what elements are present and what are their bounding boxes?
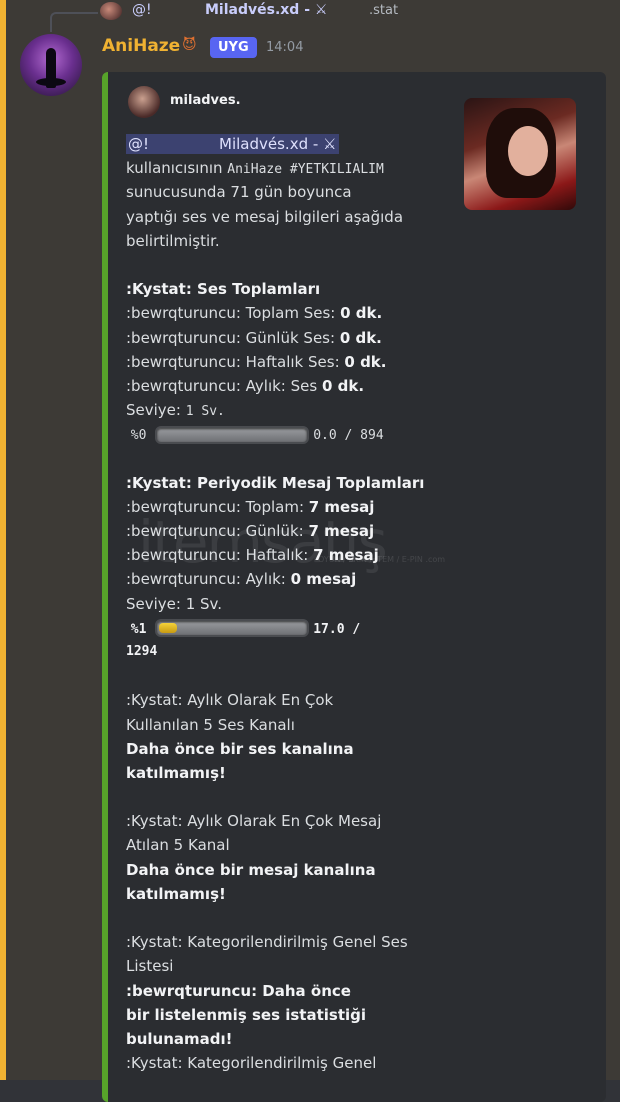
voice-section-title: :Kystat: Ses Toplamları bbox=[126, 280, 321, 299]
msg-progress-fill bbox=[159, 623, 178, 634]
message-timestamp[interactable]: 14:04 bbox=[266, 40, 303, 55]
voice-daily-row: :bewrqturuncu: Günlük Ses: 0 dk. bbox=[126, 326, 456, 350]
msg-progress-bar bbox=[155, 619, 310, 638]
row-value: 0 dk. bbox=[321, 376, 365, 395]
category-text-title: :Kystat: Kategorilendirilmiş Genel bbox=[126, 1054, 377, 1073]
level-value: 1 Sv. bbox=[185, 404, 225, 420]
reply-reference[interactable]: @! Miladvés.xd - ⚔ .stat bbox=[50, 0, 610, 32]
voice-monthly-row: :bewrqturuncu: Aylık: Ses 0 dk. bbox=[126, 374, 456, 398]
embed-description: @! Miladvés.xd - ⚔ kullanıcısının AniHaze… bbox=[126, 132, 456, 1075]
stats-embed: miladves. @! Miladvés.xd - ⚔ kullanıcısın… bbox=[102, 72, 606, 1102]
message-section-title: :Kystat: Periyodik Mesaj Toplamları bbox=[126, 473, 425, 492]
reply-content[interactable]: .stat bbox=[369, 3, 398, 18]
top-voice-empty: Daha önce bir ses kanalına bbox=[126, 739, 354, 758]
user-mention[interactable]: @! Miladvés.xd - ⚔ bbox=[126, 134, 339, 154]
msg-progress-row: %1 17.0 / bbox=[126, 616, 456, 640]
user-mention-line: @! Miladvés.xd - ⚔ bbox=[126, 132, 456, 156]
voice-progress-bar bbox=[155, 425, 310, 444]
embed-thumbnail[interactable] bbox=[464, 98, 576, 210]
mention-name: Miladvés.xd - ⚔ bbox=[219, 135, 337, 153]
row-prefix: :bewrqturuncu: bbox=[126, 376, 241, 395]
server-code: AniHaze #YETKILIALIM bbox=[227, 162, 384, 178]
intro-line: kullanıcısının AniHaze #YETKILIALIM bbox=[126, 156, 456, 180]
avatar[interactable] bbox=[20, 34, 82, 96]
level-label: Seviye: bbox=[126, 401, 186, 420]
intro-text: kullanıcısının bbox=[126, 159, 228, 178]
row-value: 0 dk. bbox=[339, 328, 382, 347]
server-tag-badge[interactable]: UYG bbox=[210, 37, 257, 58]
row-value: 0 dk. bbox=[344, 352, 387, 371]
msg-progress-text-2: 1294 bbox=[126, 643, 158, 659]
row-value: 0 dk. bbox=[340, 304, 383, 323]
top-text-empty: Daha önce bir mesaj kanalına bbox=[126, 860, 376, 879]
voice-progress-text: 0.0 / 894 bbox=[313, 428, 384, 444]
watermark-subtext: OYUN / SKIN / ITEM / E-PIN .com bbox=[318, 555, 446, 564]
top-text-empty-2: katılmamış! bbox=[126, 884, 226, 903]
msg-level-row: Seviye: 1 Sv. bbox=[126, 594, 223, 613]
intro-text-3: yaptığı ses ve mesaj bilgileri aşağıda bbox=[126, 207, 404, 226]
intro-text-4: belirtilmiştir. bbox=[126, 231, 220, 250]
top-text-title: :Kystat: Aylık Olarak En Çok Mesaj bbox=[126, 812, 382, 831]
row-prefix: :bewrqturuncu: bbox=[126, 328, 241, 347]
msg-progress-text: 17.0 / bbox=[313, 621, 361, 637]
reply-avatar[interactable] bbox=[100, 2, 122, 20]
voice-percent: %0 bbox=[130, 428, 147, 444]
avatar-figure-base bbox=[36, 78, 66, 86]
reply-spine bbox=[50, 12, 98, 32]
row-label: Günlük Ses: bbox=[245, 328, 340, 347]
row-label: Haftalık Ses: bbox=[245, 352, 345, 371]
row-prefix: :bewrqturuncu: bbox=[126, 304, 241, 323]
mention-prefix: @! bbox=[128, 135, 150, 153]
category-voice-title: :Kystat: Kategorilendirilmiş Genel Ses bbox=[126, 933, 408, 952]
embed-author-name[interactable]: miladves. bbox=[170, 93, 241, 108]
top-voice-title-2: Kullanılan 5 Ses Kanalı bbox=[126, 715, 295, 734]
top-text-title-2: Atılan 5 Kanal bbox=[126, 836, 230, 855]
message-username[interactable]: AniHaze bbox=[102, 36, 180, 56]
row-label: Toplam Ses: bbox=[245, 304, 341, 323]
thumbnail-face bbox=[508, 126, 548, 176]
voice-progress-row: %0 0.0 / 894 bbox=[126, 422, 456, 446]
watermark: itemsatış bbox=[138, 508, 388, 576]
embed-author-avatar[interactable] bbox=[128, 86, 160, 118]
category-voice-empty: :bewrqturuncu: Daha önce bbox=[126, 981, 351, 1000]
msg-percent: %1 bbox=[130, 621, 147, 637]
intro-text-2: sunucusunda 71 gün boyunca bbox=[126, 183, 352, 202]
top-voice-empty-2: katılmamış! bbox=[126, 763, 226, 782]
category-voice-title-2: Listesi bbox=[126, 957, 174, 976]
voice-total-row: :bewrqturuncu: Toplam Ses: 0 dk. bbox=[126, 301, 456, 325]
category-voice-empty-2: bir listelenmiş ses istatistiği bbox=[126, 1005, 367, 1024]
row-label: Aylık: Ses bbox=[245, 376, 322, 395]
reply-mention[interactable]: @! bbox=[132, 2, 152, 18]
reply-author-name[interactable]: Miladvés.xd - ⚔ bbox=[205, 2, 327, 18]
top-voice-title: :Kystat: Aylık Olarak En Çok bbox=[126, 691, 334, 710]
row-prefix: :bewrqturuncu: bbox=[126, 352, 241, 371]
voice-weekly-row: :bewrqturuncu: Haftalık Ses: 0 dk. bbox=[126, 350, 456, 374]
voice-level-row: Seviye: 1 Sv. bbox=[126, 398, 456, 422]
category-voice-empty-3: bulunamadı! bbox=[126, 1029, 233, 1048]
devil-emoji-icon: 😈 bbox=[182, 37, 197, 53]
